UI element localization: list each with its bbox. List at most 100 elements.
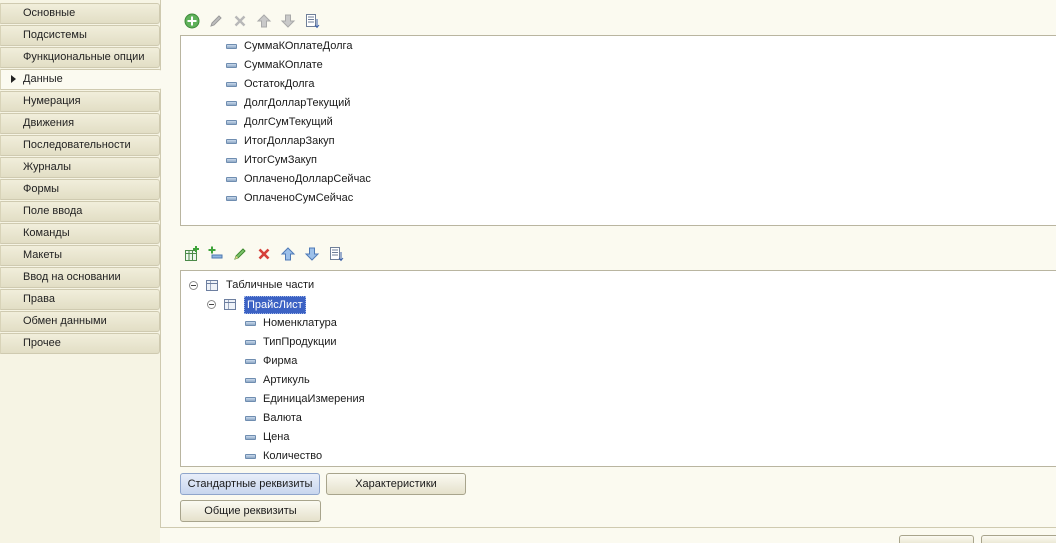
sidebar-item-0[interactable]: Основные [0,3,160,24]
sidebar-item-1[interactable]: Подсистемы [0,25,160,46]
delete-icon[interactable] [231,12,249,30]
tree-item[interactable]: Количество [245,447,322,466]
tabular-parts-icon [206,280,218,291]
column-label: Артикуль [263,374,310,386]
move-down-icon[interactable] [303,245,321,263]
sidebar-item-15[interactable]: Прочее [0,333,160,354]
attribute-label: ОплаченоДолларСейчас [244,173,371,185]
attribute-label: ОплаченоСумСейчас [244,192,354,204]
sidebar-item-7[interactable]: Журналы [0,157,160,178]
sidebar-item-5[interactable]: Движения [0,113,160,134]
sidebar-item-label: Поле ввода [23,205,83,217]
attribute-label: СуммаКОплатеДолга [244,40,353,52]
add-attribute-icon[interactable] [207,245,225,263]
move-down-icon[interactable] [279,12,297,30]
tree-item[interactable]: Фирма [245,352,297,371]
tree-item[interactable]: ТипПродукции [245,333,337,352]
tree-item[interactable]: Артикуль [245,371,310,390]
sort-icon[interactable] [327,245,345,263]
sidebar-item-label: Журналы [23,161,72,173]
delete-icon[interactable] [255,245,273,263]
attributes-toolbar [183,12,321,30]
sidebar-item-label: Ввод на основании [23,271,121,283]
attribute-icon [226,158,237,163]
tabular-parts-toolbar [183,245,345,263]
sort-icon[interactable] [303,12,321,30]
tree-table-label[interactable]: ПрайсЛист [244,295,306,314]
list-item[interactable]: СуммаКОплате [226,56,323,75]
sidebar-item-label: Данные [23,73,63,85]
list-item[interactable]: СуммаКОплатеДолга [226,37,352,56]
edit-icon[interactable] [231,245,249,263]
attribute-icon [226,196,237,201]
attribute-icon [245,454,256,459]
column-label: Фирма [263,355,298,367]
attribute-label: ИтогДолларЗакуп [244,135,335,147]
list-item[interactable]: ОстатокДолга [226,75,314,94]
column-label: Количество [263,450,323,462]
sidebar-item-label: Движения [23,117,75,129]
tree-table-row[interactable]: ПрайсЛист [207,295,306,314]
column-label: ЕдиницаИзмерения [263,393,365,405]
sidebar-item-label: Команды [23,227,70,239]
sidebar-item-6[interactable]: Последовательности [0,135,160,156]
list-item[interactable]: ДолгСумТекущий [226,113,333,132]
attribute-icon [226,44,237,49]
attribute-label: ОстатокДолга [244,78,315,90]
characteristics-button[interactable]: Характеристики [326,473,466,495]
main-bottom-divider [160,527,1056,528]
add-icon[interactable] [183,12,201,30]
attribute-icon [226,82,237,87]
attribute-icon [245,378,256,383]
sidebar-item-11[interactable]: Макеты [0,245,160,266]
sidebar-item-4[interactable]: Нумерация [0,91,160,112]
column-label: ТипПродукции [263,336,337,348]
tree-item[interactable]: ЕдиницаИзмерения [245,390,365,409]
sidebar-item-label: Формы [23,183,60,195]
sidebar-item-9[interactable]: Поле ввода [0,201,160,222]
add-table-icon[interactable] [183,245,201,263]
move-up-icon[interactable] [279,245,297,263]
sidebar-item-12[interactable]: Ввод на основании [0,267,160,288]
sidebar-item-10[interactable]: Команды [0,223,160,244]
sidebar-item-label: Макеты [23,249,63,261]
list-item[interactable]: ОплаченоДолларСейчас [226,170,371,189]
column-label: Цена [263,431,290,443]
move-up-icon[interactable] [255,12,273,30]
table-icon [224,299,236,310]
tree-item[interactable]: Номенклатура [245,314,337,333]
attribute-icon [245,416,256,421]
common-attributes-button[interactable]: Общие реквизиты [180,500,321,522]
tabular-parts-tree[interactable]: Табличные части ПрайсЛист Номенклатура Ти… [180,270,1056,467]
collapse-icon[interactable] [189,281,198,290]
tree-root-row[interactable]: Табличные части [189,276,314,295]
dialog-button-partial[interactable] [899,535,974,543]
sidebar-item-label: Последовательности [23,139,131,151]
sidebar: Основные Подсистемы Функциональные опции Да… [0,0,162,543]
sidebar-item-8[interactable]: Формы [0,179,160,200]
attribute-icon [226,63,237,68]
column-label: Валюта [263,412,302,424]
collapse-icon[interactable] [207,300,216,309]
sidebar-item-label: Прочее [23,337,61,349]
tree-item[interactable]: Цена [245,428,289,447]
sidebar-item-2[interactable]: Функциональные опции [0,47,160,68]
dialog-button-partial[interactable] [981,535,1056,543]
attribute-label: СуммаКОплате [244,59,323,71]
attributes-list[interactable]: СуммаКОплатеДолга СуммаКОплате ОстатокДолг… [180,35,1056,226]
attribute-icon [245,435,256,440]
tree-item[interactable]: Валюта [245,409,302,428]
sidebar-item-3[interactable]: Данные [0,69,162,90]
standard-attributes-button[interactable]: Стандартные реквизиты [180,473,320,495]
list-item[interactable]: ОплаченоСумСейчас [226,189,353,208]
column-label: Номенклатура [263,317,337,329]
edit-icon[interactable] [207,12,225,30]
sidebar-item-label: Обмен данными [23,315,107,327]
list-item[interactable]: ДолгДолларТекущий [226,94,350,113]
sidebar-item-14[interactable]: Обмен данными [0,311,160,332]
list-item[interactable]: ИтогДолларЗакуп [226,132,335,151]
list-item[interactable]: ИтогСумЗакуп [226,151,317,170]
attribute-icon [226,120,237,125]
sidebar-item-13[interactable]: Права [0,289,160,310]
attribute-icon [226,101,237,106]
